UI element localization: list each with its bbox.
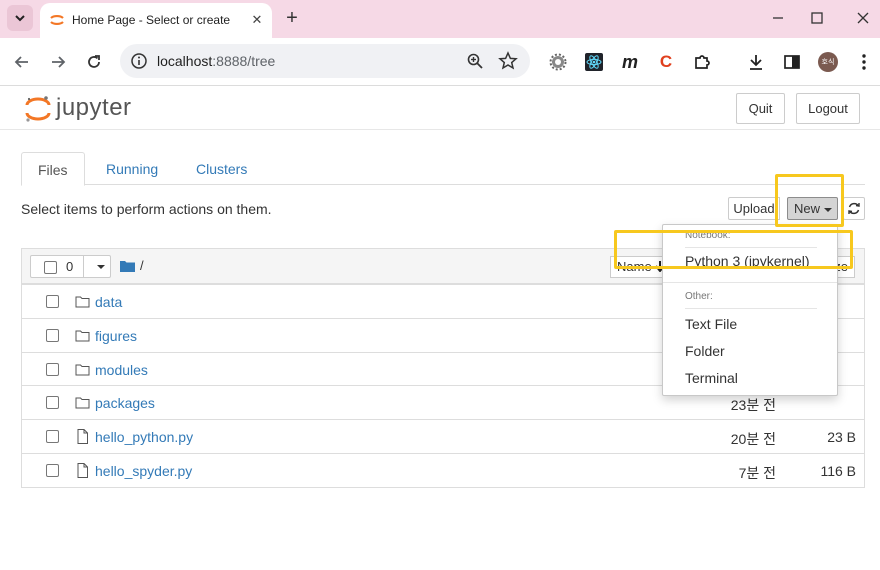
jupyter-header: jupyter Quit Logout: [0, 86, 880, 130]
gear-icon: [549, 53, 567, 71]
extension-gear-icon[interactable]: [548, 52, 568, 72]
menu-item-terminal[interactable]: Terminal: [685, 370, 738, 386]
menu-separator: [663, 282, 837, 283]
refresh-icon: [848, 202, 860, 215]
file-modified: 23분 전: [730, 397, 776, 413]
file-size: 116 B: [820, 463, 856, 479]
dashboard-tabs: Files Running Clusters: [21, 152, 865, 186]
forward-arrow-icon[interactable]: [48, 52, 68, 72]
select-all-checkbox[interactable]: [44, 261, 57, 274]
browser-toolbar: localhost:8888/tree m C 호식: [0, 38, 880, 86]
tab-search-button[interactable]: [7, 5, 33, 31]
download-icon[interactable]: [746, 52, 766, 72]
tab-title: Home Page - Select or create a notebook: [72, 13, 232, 27]
file-row[interactable]: hello_python.py 20분 전 23 B: [22, 419, 864, 453]
logout-button[interactable]: Logout: [796, 93, 860, 124]
close-tab-icon[interactable]: ✕: [249, 12, 265, 28]
menu-item-folder[interactable]: Folder: [685, 343, 725, 359]
highlight-new-button: [775, 174, 844, 227]
highlight-python3-item: [614, 230, 853, 269]
row-checkbox[interactable]: [46, 396, 59, 409]
bookmark-star-icon[interactable]: [498, 51, 518, 71]
url-text[interactable]: localhost:8888/tree: [157, 53, 275, 69]
extension-react-icon[interactable]: [584, 52, 604, 72]
file-icon: [77, 429, 88, 444]
file-name-link[interactable]: modules: [95, 362, 148, 378]
folder-icon: [75, 397, 90, 409]
jupyter-logo[interactable]: jupyter: [24, 92, 144, 126]
select-divider: [83, 256, 84, 277]
react-icon: [585, 53, 603, 71]
extension-m-icon[interactable]: m: [620, 52, 640, 72]
breadcrumb[interactable]: /: [140, 258, 144, 273]
extension-c-icon[interactable]: C: [656, 52, 676, 72]
quit-button[interactable]: Quit: [736, 93, 785, 124]
browser-tab-strip: Home Page - Select or create a notebook …: [0, 0, 880, 38]
row-checkbox[interactable]: [46, 464, 59, 477]
extensions-puzzle-icon[interactable]: [692, 52, 712, 72]
menu-divider: [685, 308, 817, 309]
row-checkbox[interactable]: [46, 295, 59, 308]
selected-count: 0: [66, 259, 74, 274]
file-name-link[interactable]: packages: [95, 395, 155, 411]
file-row[interactable]: hello_spyder.py 7분 전 116 B: [22, 453, 864, 487]
profile-avatar[interactable]: 호식: [818, 52, 838, 72]
tab-clusters[interactable]: Clusters: [180, 152, 263, 185]
folder-icon: [75, 296, 90, 308]
selection-hint: Select items to perform actions on them.: [21, 201, 272, 217]
close-window-icon[interactable]: [853, 8, 873, 28]
folder-icon: [75, 330, 90, 342]
back-arrow-icon[interactable]: [12, 52, 32, 72]
file-name-link[interactable]: figures: [95, 328, 137, 344]
select-dropdown-caret-icon[interactable]: [97, 265, 105, 269]
row-checkbox[interactable]: [46, 430, 59, 443]
file-name-link[interactable]: data: [95, 294, 122, 310]
jupyter-logo-text: jupyter: [56, 94, 132, 121]
reload-icon[interactable]: [84, 52, 104, 72]
tab-running[interactable]: Running: [90, 152, 174, 185]
address-bar[interactable]: localhost:8888/tree: [120, 44, 530, 78]
file-name-link[interactable]: hello_python.py: [95, 429, 193, 445]
chevron-down-icon: [15, 15, 25, 22]
folder-icon[interactable]: [120, 260, 135, 272]
tab-files[interactable]: Files: [21, 152, 85, 186]
file-modified: 20분 전: [730, 431, 776, 447]
new-tab-button[interactable]: +: [282, 8, 302, 28]
refresh-button[interactable]: [843, 197, 865, 220]
zoom-icon[interactable]: [466, 52, 484, 70]
jupyter-logo-icon: [25, 96, 51, 122]
jupyter-favicon-icon: [50, 15, 64, 25]
minimize-icon[interactable]: [768, 8, 788, 28]
menu-header-other: Other:: [685, 291, 713, 302]
browser-tab[interactable]: Home Page - Select or create a notebook …: [40, 3, 272, 38]
file-name-link[interactable]: hello_spyder.py: [95, 463, 192, 479]
site-info-icon[interactable]: [130, 52, 148, 70]
row-checkbox[interactable]: [46, 329, 59, 342]
url-path: :8888/tree: [212, 53, 276, 69]
upload-button[interactable]: Upload: [728, 197, 780, 220]
folder-icon: [75, 364, 90, 376]
maximize-icon[interactable]: [807, 8, 827, 28]
file-size: 23 B: [827, 429, 856, 445]
menu-item-text-file[interactable]: Text File: [685, 316, 737, 332]
url-host: localhost: [157, 53, 213, 69]
row-checkbox[interactable]: [46, 363, 59, 376]
side-panel-icon[interactable]: [782, 52, 802, 72]
more-vertical-icon[interactable]: [854, 52, 874, 72]
file-modified: 7분 전: [738, 465, 776, 481]
select-all-control[interactable]: 0: [30, 255, 111, 278]
file-icon: [77, 463, 88, 478]
